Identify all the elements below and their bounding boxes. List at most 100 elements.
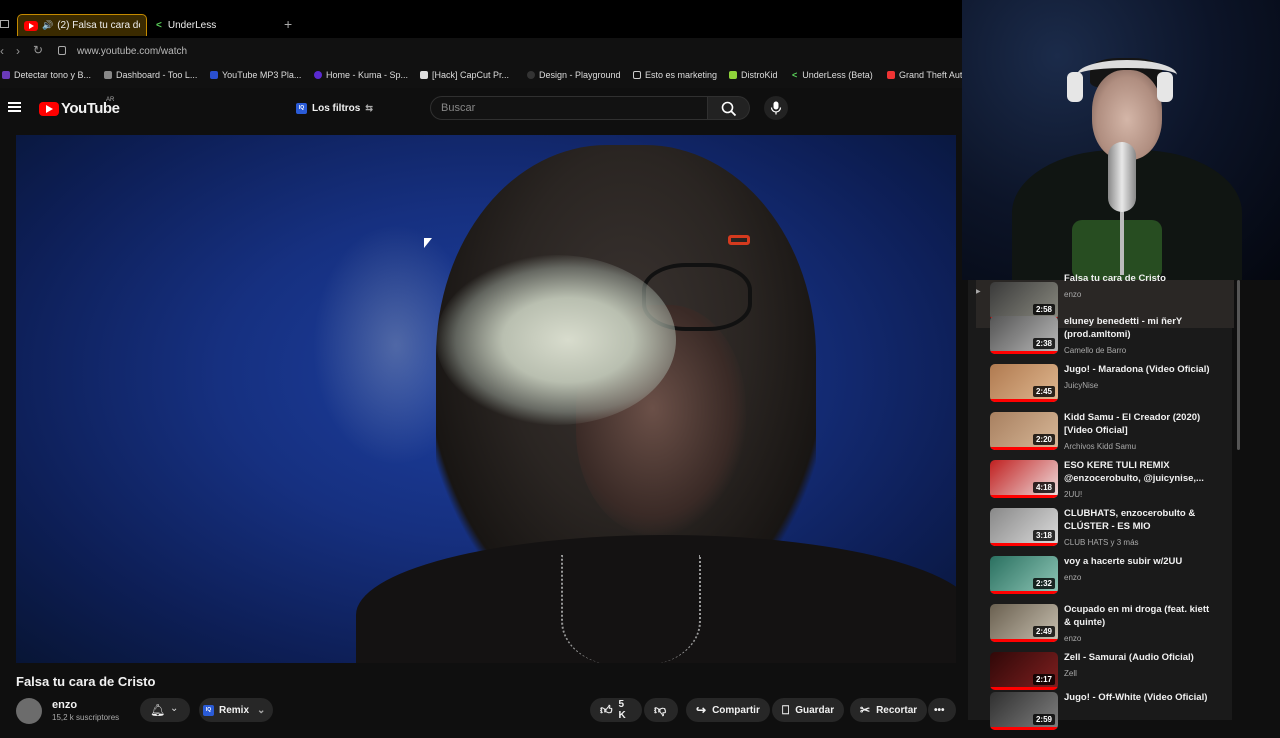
sliders-icon: ⇆ xyxy=(365,102,373,113)
video-thumbnail[interactable]: 2:32 xyxy=(990,556,1058,594)
bookmark-item[interactable]: Dashboard - Too L... xyxy=(104,70,197,80)
playlist-item[interactable]: 2:45 Jugo! - Maradona (Video Oficial) Jui… xyxy=(976,362,1234,410)
document-icon xyxy=(633,71,641,79)
webcam-overlay xyxy=(962,0,1280,280)
thumbs-up-icon: 👍︎ xyxy=(600,702,613,717)
url-field[interactable]: www.youtube.com/watch xyxy=(77,46,187,57)
channel-name[interactable]: enzo xyxy=(52,699,77,711)
playlist-item-title: Kidd Samu - El Creador (2020) [Video Ofi… xyxy=(1064,412,1201,436)
bookmark-favicon-icon xyxy=(527,71,535,79)
menu-icon[interactable] xyxy=(8,102,21,112)
bookmark-item[interactable]: Design - Playground xyxy=(527,70,621,80)
address-bar: ‹ › ↻ www.youtube.com/watch xyxy=(0,38,962,64)
search-button[interactable] xyxy=(708,96,750,120)
bookmark-item[interactable]: Esto es marketing xyxy=(633,70,717,80)
scissors-icon: ✂ xyxy=(860,703,871,717)
window-menu-icon[interactable] xyxy=(0,20,9,28)
video-thumbnail[interactable]: 2:20 xyxy=(990,412,1058,450)
bookmark-item[interactable]: DistroKid xyxy=(729,70,778,80)
search-input[interactable]: Buscar xyxy=(430,96,708,120)
bookmark-item[interactable]: < UnderLess (Beta) xyxy=(792,70,873,80)
share-button[interactable]: ↪ Compartir xyxy=(686,698,770,722)
webcam-headphone-left xyxy=(1067,72,1083,102)
extension-icon: IQ xyxy=(296,102,307,114)
forward-icon[interactable]: › xyxy=(16,44,20,58)
save-button[interactable]: ⎕ Guardar xyxy=(772,698,845,722)
playlist-item-channel: Archivos Kidd Samu xyxy=(1064,442,1137,451)
bookmark-item[interactable]: Grand Theft Aut xyxy=(887,70,962,80)
playlist-item[interactable]: 3:18 CLUBHATS, enzocerobulto & CLÚSTER -… xyxy=(976,506,1234,554)
bookmarks-bar: Detectar tono y B... Dashboard - Too L..… xyxy=(0,64,962,88)
playlist-item-channel: Zell xyxy=(1064,669,1077,678)
video-thumbnail[interactable]: 2:49 xyxy=(990,604,1058,642)
playlist-item-title: Falsa tu cara de Cristo xyxy=(1064,273,1166,284)
playlist-item[interactable]: 2:32 voy a hacerte subir w/2UU enzo xyxy=(976,554,1234,602)
more-actions-button[interactable]: ••• xyxy=(928,698,956,722)
video-thumbnail[interactable]: 2:38 xyxy=(990,316,1058,354)
playlist-sidebar: ▶ 2:58 Falsa tu cara de Cristo enzo 2:38 … xyxy=(962,273,1280,730)
playlist-item[interactable]: 2:38 eluney benedetti - mi ñerY (prod.am… xyxy=(976,314,1234,362)
playlist-item-channel: Camello de Barro xyxy=(1064,346,1127,355)
playlist-scrollbar[interactable] xyxy=(1237,280,1240,450)
thumbs-down-icon: 👎︎ xyxy=(654,702,667,717)
underless-favicon-icon: < xyxy=(792,70,798,80)
video-frame-hairclip xyxy=(728,235,750,245)
extension-icon: IQ xyxy=(203,704,214,716)
playlist-item-title: Zell - Samurai (Audio Oficial) xyxy=(1064,652,1194,663)
playlist-item-channel: JuicyNise xyxy=(1064,381,1099,390)
bookmark-favicon-icon xyxy=(314,71,322,79)
playlist-item[interactable]: 2:20 Kidd Samu - El Creador (2020) [Vide… xyxy=(976,410,1234,458)
chevron-down-icon: ⌄ xyxy=(170,703,179,714)
bookmark-item[interactable]: Home - Kuma - Sp... xyxy=(314,70,408,80)
speaker-icon[interactable]: 🔊 xyxy=(42,20,53,31)
tab-underless[interactable]: < UnderLess xyxy=(150,14,280,36)
playlist-item[interactable]: 2:49 Ocupado en mi droga (feat. kiett & … xyxy=(976,602,1234,650)
browser-tab-strip: 🔊 (2) Falsa tu cara de C < UnderLess + xyxy=(0,0,962,38)
filters-button[interactable]: IQ Los filtros ⇆ xyxy=(290,97,379,119)
voice-search-button[interactable] xyxy=(764,96,788,120)
video-thumbnail[interactable]: 2:59 xyxy=(990,692,1058,730)
video-player[interactable] xyxy=(16,135,956,663)
subscription-bell-button[interactable]: 🔔︎ ⌄ xyxy=(140,698,190,722)
video-thumbnail[interactable]: 3:18 xyxy=(990,508,1058,546)
clip-button[interactable]: ✂ Recortar xyxy=(850,698,928,722)
bookmark-favicon-icon xyxy=(729,71,737,79)
like-button[interactable]: 👍︎ 5 K xyxy=(590,698,642,722)
bookmark-item[interactable]: [Hack] CapCut Pr... xyxy=(420,70,509,80)
video-thumbnail[interactable]: 4:18 xyxy=(990,460,1058,498)
search-icon xyxy=(721,101,737,117)
playlist-item-title: CLUBHATS, enzocerobulto & CLÚSTER - ES M… xyxy=(1064,508,1196,532)
lock-icon xyxy=(58,46,66,55)
back-icon[interactable]: ‹ xyxy=(0,44,4,58)
video-thumbnail[interactable]: 2:45 xyxy=(990,364,1058,402)
dislike-button[interactable]: 👎︎ xyxy=(644,698,678,722)
share-icon: ↪ xyxy=(696,703,707,717)
bookmark-item[interactable]: YouTube MP3 Pla... xyxy=(210,70,301,80)
new-tab-button[interactable]: + xyxy=(284,16,292,32)
youtube-play-icon xyxy=(39,101,59,116)
tab-youtube[interactable]: 🔊 (2) Falsa tu cara de C xyxy=(17,14,147,36)
youtube-header: YouTube AR IQ Los filtros ⇆ Buscar xyxy=(0,88,962,134)
webcam-shirt-print xyxy=(1072,220,1162,280)
webcam-headphone-right xyxy=(1157,72,1173,102)
subscriber-count: 15,2 k suscriptores xyxy=(52,713,120,722)
playlist-panel: ▶ 2:58 Falsa tu cara de Cristo enzo 2:38 … xyxy=(968,273,1234,730)
bookmark-favicon-icon xyxy=(210,71,218,79)
playlist-item-title: Jugo! - Off-White (Video Oficial) xyxy=(1064,692,1208,703)
playlist-item-title: ESO KERE TULI REMIX @enzocerobulto, @jui… xyxy=(1064,460,1204,484)
reload-icon[interactable]: ↻ xyxy=(33,43,43,57)
playlist-item-channel: enzo xyxy=(1064,573,1082,582)
channel-avatar[interactable] xyxy=(16,698,42,724)
bookmark-favicon-icon xyxy=(420,71,428,79)
video-thumbnail[interactable]: 2:17 xyxy=(990,652,1058,690)
playlist-item[interactable]: 4:18 ESO KERE TULI REMIX @enzocerobulto,… xyxy=(976,458,1234,506)
playlist-item-channel: enzo xyxy=(1064,634,1082,643)
playlist-item[interactable]: 2:59 Jugo! - Off-White (Video Oficial) xyxy=(976,690,1234,738)
youtube-logo[interactable]: YouTube AR xyxy=(39,97,120,117)
remix-button[interactable]: IQ Remix ⌄ xyxy=(199,698,274,722)
bookmark-item[interactable]: Detectar tono y B... xyxy=(2,70,91,80)
microphone-icon xyxy=(770,101,782,115)
playlist-item-title: voy a hacerte subir w/2UU xyxy=(1064,556,1183,567)
webcam-mic-stand xyxy=(1120,205,1124,275)
playlist-item-channel: CLUB HATS y 3 más xyxy=(1064,538,1139,547)
